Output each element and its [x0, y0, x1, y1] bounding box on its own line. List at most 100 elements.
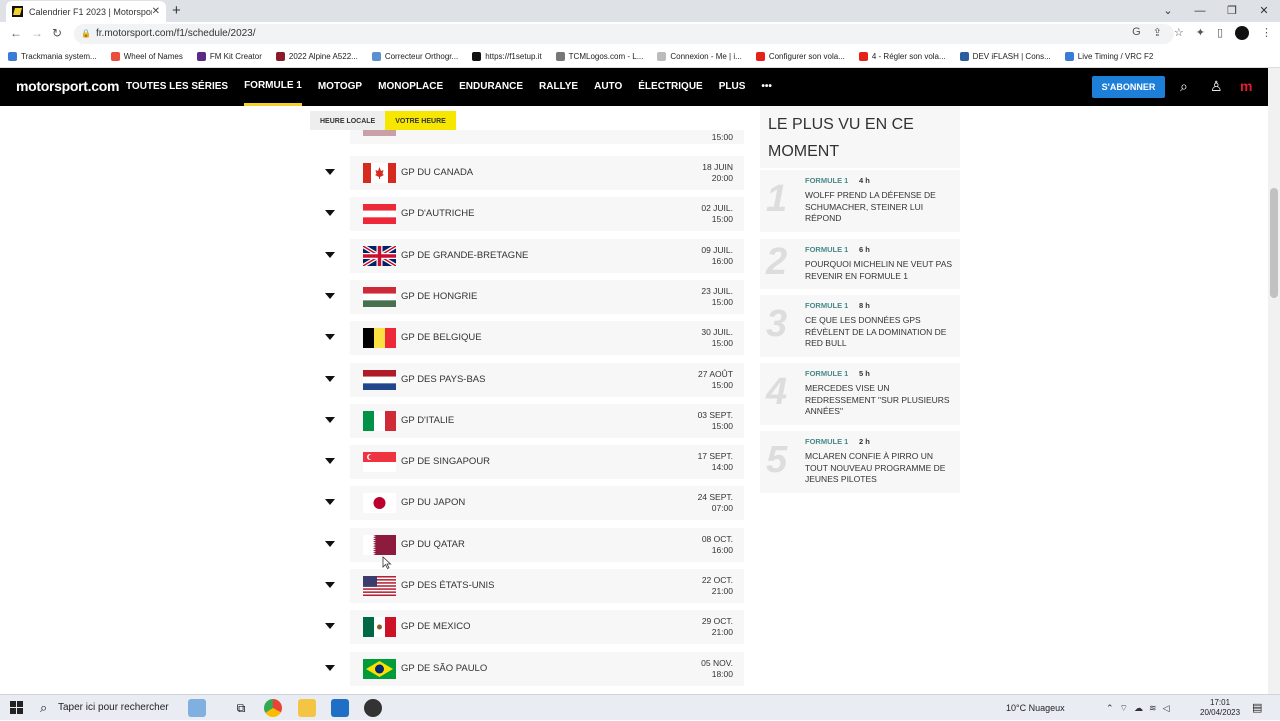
scrollbar-thumb[interactable]: [1270, 188, 1278, 298]
race-name[interactable]: GP DU QATAR: [401, 528, 465, 562]
race-row[interactable]: GP DU CANADA 18 JUIN 20:00: [310, 156, 744, 190]
bookmark-item[interactable]: Connexion - Me | i...: [657, 52, 742, 61]
article-category[interactable]: FORMULE 1: [805, 301, 848, 310]
weather-widget[interactable]: 10°C Nuageux: [1006, 695, 1065, 721]
nav-item[interactable]: ENDURANCE: [459, 68, 523, 106]
user-icon[interactable]: ♙: [1210, 78, 1223, 95]
race-name[interactable]: GP DE BELGIQUE: [401, 321, 482, 355]
windows-start-icon[interactable]: [10, 701, 23, 714]
profile-avatar[interactable]: [1235, 26, 1249, 40]
cloud-icon[interactable]: ☁: [1134, 695, 1143, 721]
race-row[interactable]: GP DE MEXICO 29 OCT. 21:00: [310, 610, 744, 645]
bookmark-item[interactable]: Trackmania system...: [8, 52, 97, 61]
race-name[interactable]: GP DE GRANDE-BRETAGNE: [401, 239, 528, 273]
close-window-icon[interactable]: ✕: [1248, 0, 1280, 22]
most-read-item[interactable]: 4 FORMULE 1 5 h MERCEDES VISE UN REDRESS…: [760, 363, 960, 425]
task-view-icon[interactable]: ⧉: [232, 699, 250, 717]
restore-icon[interactable]: ❐: [1216, 0, 1248, 22]
back-icon[interactable]: ←: [10, 26, 22, 40]
race-name[interactable]: GP D'ITALIE: [401, 404, 454, 438]
sidepanel-icon[interactable]: ▯: [1217, 26, 1223, 40]
nav-item[interactable]: •••: [761, 68, 772, 106]
notifications-icon[interactable]: ▤: [1252, 701, 1262, 714]
race-name[interactable]: GP D'AUTRICHE: [401, 197, 474, 231]
bookmark-item[interactable]: Configurer son vola...: [755, 52, 845, 61]
race-name[interactable]: GP DE MEXICO: [401, 610, 471, 644]
nav-item[interactable]: PLUS: [719, 68, 746, 106]
browser-tab[interactable]: Calendrier F1 2023 | Motorsport.c ✕: [6, 1, 166, 22]
network-icon[interactable]: ⌔: [1120, 695, 1128, 721]
expand-button[interactable]: [310, 238, 350, 273]
menu-icon[interactable]: ⋮: [1261, 26, 1272, 40]
article-title[interactable]: CE QUE LES DONNÉES GPS RÉVÈLENT DE LA DO…: [805, 315, 955, 350]
expand-button[interactable]: [310, 486, 350, 521]
subscribe-button[interactable]: S'ABONNER: [1092, 76, 1165, 98]
tab-search-icon[interactable]: ⌄: [1152, 0, 1184, 22]
chevron-up-icon[interactable]: ⌃: [1106, 695, 1114, 721]
expand-button[interactable]: [310, 610, 350, 645]
nav-item[interactable]: MONOPLACE: [378, 68, 443, 106]
most-read-item[interactable]: 5 FORMULE 1 2 h MCLAREN CONFIE À PIRRO U…: [760, 431, 960, 493]
bookmark-item[interactable]: DEV iFLASH | Cons...: [959, 52, 1051, 61]
bookmark-item[interactable]: 2022 Alpine A522...: [275, 52, 358, 61]
race-row[interactable]: GP DE BELGIQUE 30 JUIL. 15:00: [310, 321, 744, 356]
article-title[interactable]: MCLAREN CONFIE À PIRRO UN TOUT NOUVEAU P…: [805, 451, 955, 486]
nav-item[interactable]: FORMULE 1: [244, 68, 302, 106]
expand-button[interactable]: [310, 403, 350, 438]
article-title[interactable]: WOLFF PREND LA DÉFENSE DE SCHUMACHER, ST…: [805, 190, 955, 225]
nav-item[interactable]: RALLYE: [539, 68, 578, 106]
file-explorer-icon[interactable]: [298, 699, 316, 717]
motorsport-logo[interactable]: motorsport.com: [16, 78, 119, 94]
expand-button[interactable]: [310, 445, 350, 480]
bookmark-star-icon[interactable]: ☆: [1174, 26, 1184, 40]
article-category[interactable]: FORMULE 1: [805, 176, 848, 185]
nav-item[interactable]: ÉLECTRIQUE: [638, 68, 702, 106]
app-icon[interactable]: [364, 699, 382, 717]
close-tab-icon[interactable]: ✕: [152, 6, 160, 17]
race-name[interactable]: GP DE SINGAPOUR: [401, 445, 490, 479]
article-category[interactable]: FORMULE 1: [805, 369, 848, 378]
race-name[interactable]: GP DU JAPON: [401, 486, 465, 520]
expand-button[interactable]: [310, 156, 350, 190]
task-view-app-icon[interactable]: [188, 699, 206, 717]
reload-icon[interactable]: ↻: [52, 26, 62, 40]
race-row[interactable]: GP DU JAPON 24 SEPT. 07:00: [310, 486, 744, 521]
google-icon[interactable]: G: [1132, 26, 1141, 40]
race-row[interactable]: GP DU QATAR 08 OCT. 16:00: [310, 527, 744, 562]
forward-icon[interactable]: →: [31, 26, 43, 40]
race-row[interactable]: GP DES PAYS-BAS 27 AOÛT 15:00: [310, 362, 744, 397]
nav-item[interactable]: AUTO: [594, 68, 622, 106]
motorsport-m-icon[interactable]: m: [1240, 78, 1252, 94]
minimize-icon[interactable]: —: [1184, 0, 1216, 22]
wifi-icon[interactable]: ≋: [1149, 695, 1157, 721]
most-read-item[interactable]: 2 FORMULE 1 6 h POURQUOI MICHELIN NE VEU…: [760, 239, 960, 289]
race-row[interactable]: GP DE SÃO PAULO 05 NOV. 18:00: [310, 651, 744, 686]
chrome-icon[interactable]: [264, 699, 282, 717]
page-scrollbar[interactable]: [1268, 68, 1280, 694]
bookmark-item[interactable]: https://f1setup.it: [472, 52, 542, 61]
nav-item[interactable]: MOTOGP: [318, 68, 362, 106]
share-icon[interactable]: ⇪: [1153, 26, 1162, 40]
expand-button[interactable]: [310, 527, 350, 562]
search-icon[interactable]: ⌕: [1180, 78, 1188, 95]
expand-button[interactable]: [310, 362, 350, 397]
url-field[interactable]: fr.motorsport.com/f1/schedule/2023/: [74, 24, 1174, 44]
bookmark-item[interactable]: Correcteur Orthogr...: [371, 52, 458, 61]
taskbar-clock[interactable]: 17:01 20/04/2023: [1200, 698, 1240, 718]
article-title[interactable]: MERCEDES VISE UN REDRESSEMENT "SUR PLUSI…: [805, 383, 955, 418]
race-name[interactable]: GP DE HONGRIE: [401, 280, 477, 314]
most-read-item[interactable]: 1 FORMULE 1 4 h WOLFF PREND LA DÉFENSE D…: [760, 170, 960, 232]
race-row[interactable]: GP DES ÉTATS-UNIS 22 OCT. 21:00: [310, 569, 744, 603]
race-row[interactable]: GP DE HONGRIE 23 JUIL. 15:00: [310, 279, 744, 314]
mail-icon[interactable]: [331, 699, 349, 717]
article-category[interactable]: FORMULE 1: [805, 245, 848, 254]
expand-button[interactable]: [310, 321, 350, 356]
bookmark-item[interactable]: 4 - Régler son vola...: [858, 52, 946, 61]
expand-button[interactable]: [310, 279, 350, 314]
bookmark-item[interactable]: Live Timing / VRC F2: [1064, 52, 1153, 61]
article-category[interactable]: FORMULE 1: [805, 437, 848, 446]
expand-button[interactable]: [310, 197, 350, 232]
expand-button[interactable]: [310, 651, 350, 686]
race-name[interactable]: GP DE SÃO PAULO: [401, 652, 487, 686]
bookmark-item[interactable]: Wheel of Names: [110, 52, 183, 61]
